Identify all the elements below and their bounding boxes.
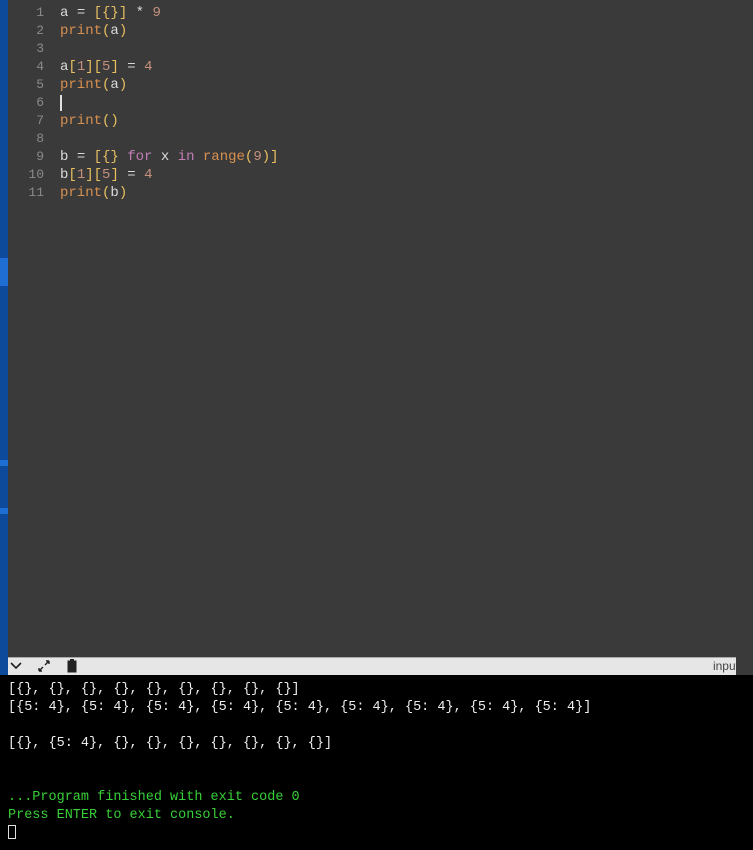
code-token: a [110,77,118,93]
code-token [152,149,160,165]
code-token: )] [262,149,279,165]
code-line[interactable] [52,94,753,112]
activity-marker [0,508,8,514]
console-status-line: ...Program finished with exit code 0 [8,790,300,805]
code-line[interactable]: b[1][5] = 4 [52,166,753,184]
line-number: 4 [8,58,52,76]
code-token [68,149,76,165]
code-token: 4 [144,59,152,75]
code-line[interactable]: print(a) [52,22,753,40]
line-number: 11 [8,184,52,202]
line-number: 9 [8,148,52,166]
ide-window: 1234567891011 a = [{}] * 9print(a)a[1][5… [0,0,753,850]
clipboard-icon[interactable] [64,658,80,674]
code-token: ][ [85,167,102,183]
console-output[interactable]: [{}, {}, {}, {}, {}, {}, {}, {}, {}] [{5… [0,675,753,850]
activity-marker [0,258,8,286]
code-token: ) [119,23,127,39]
line-number: 2 [8,22,52,40]
code-token: * [136,5,144,21]
code-token [127,5,135,21]
code-token: = [77,5,85,21]
code-token: 9 [253,149,261,165]
console-line: [{5: 4}, {5: 4}, {5: 4}, {5: 4}, {5: 4},… [8,700,591,715]
code-token: a [110,23,118,39]
code-token: = [77,149,85,165]
line-number: 6 [8,94,52,112]
code-token: ) [119,185,127,201]
code-token: ] [110,167,118,183]
code-token [119,59,127,75]
code-token: 1 [77,59,85,75]
console-prompt-line: Press ENTER to exit console. [8,808,235,823]
line-number: 10 [8,166,52,184]
code-token: = [127,167,135,183]
code-line[interactable]: b = [{} for x in range(9)] [52,148,753,166]
editor-scrollbar[interactable] [736,0,753,725]
code-token: [{}] [94,5,128,21]
code-token: [ [68,167,76,183]
line-number: 1 [8,4,52,22]
code-line[interactable]: print() [52,112,753,130]
activity-bar[interactable] [0,0,8,725]
code-token: [ [68,59,76,75]
console-line: [{}, {}, {}, {}, {}, {}, {}, {}, {}] [8,682,300,697]
code-token [119,167,127,183]
activity-marker [0,460,8,466]
code-token: = [127,59,135,75]
code-token: print [60,77,102,93]
code-line[interactable] [52,130,753,148]
code-token: print [60,23,102,39]
console-toolbar: input [0,657,753,675]
code-token: in [178,149,195,165]
chevron-down-icon[interactable] [8,658,24,674]
code-token [136,59,144,75]
console-line: [{}, {5: 4}, {}, {}, {}, {}, {}, {}, {}] [8,736,332,751]
code-token: ) [119,77,127,93]
code-token: print [60,113,102,129]
code-editor[interactable]: a = [{}] * 9print(a)a[1][5] = 4print(a)p… [52,0,753,657]
code-token: ] [110,59,118,75]
code-token: () [102,113,119,129]
code-line[interactable]: print(a) [52,76,753,94]
code-token: b [110,185,118,201]
code-token [85,149,93,165]
editor-cursor [60,95,62,111]
editor-pane: 1234567891011 a = [{}] * 9print(a)a[1][5… [8,0,753,657]
code-token: for [127,149,152,165]
code-token: ][ [85,59,102,75]
line-number: 8 [8,130,52,148]
code-line[interactable]: a[1][5] = 4 [52,58,753,76]
expand-icon[interactable] [36,658,52,674]
code-token: range [203,149,245,165]
code-token: print [60,185,102,201]
code-token [119,149,127,165]
console-cursor [8,825,16,839]
code-token [136,167,144,183]
line-number: 3 [8,40,52,58]
code-token: 1 [77,167,85,183]
code-token [68,5,76,21]
code-line[interactable]: a = [{}] * 9 [52,4,753,22]
code-token: 4 [144,167,152,183]
code-token [195,149,203,165]
code-line[interactable] [52,40,753,58]
line-number-gutter: 1234567891011 [8,0,52,657]
code-line[interactable]: print(b) [52,184,753,202]
line-number: 5 [8,76,52,94]
code-token [169,149,177,165]
code-token [85,5,93,21]
line-number: 7 [8,112,52,130]
code-token: 9 [152,5,160,21]
code-token: [{} [94,149,119,165]
